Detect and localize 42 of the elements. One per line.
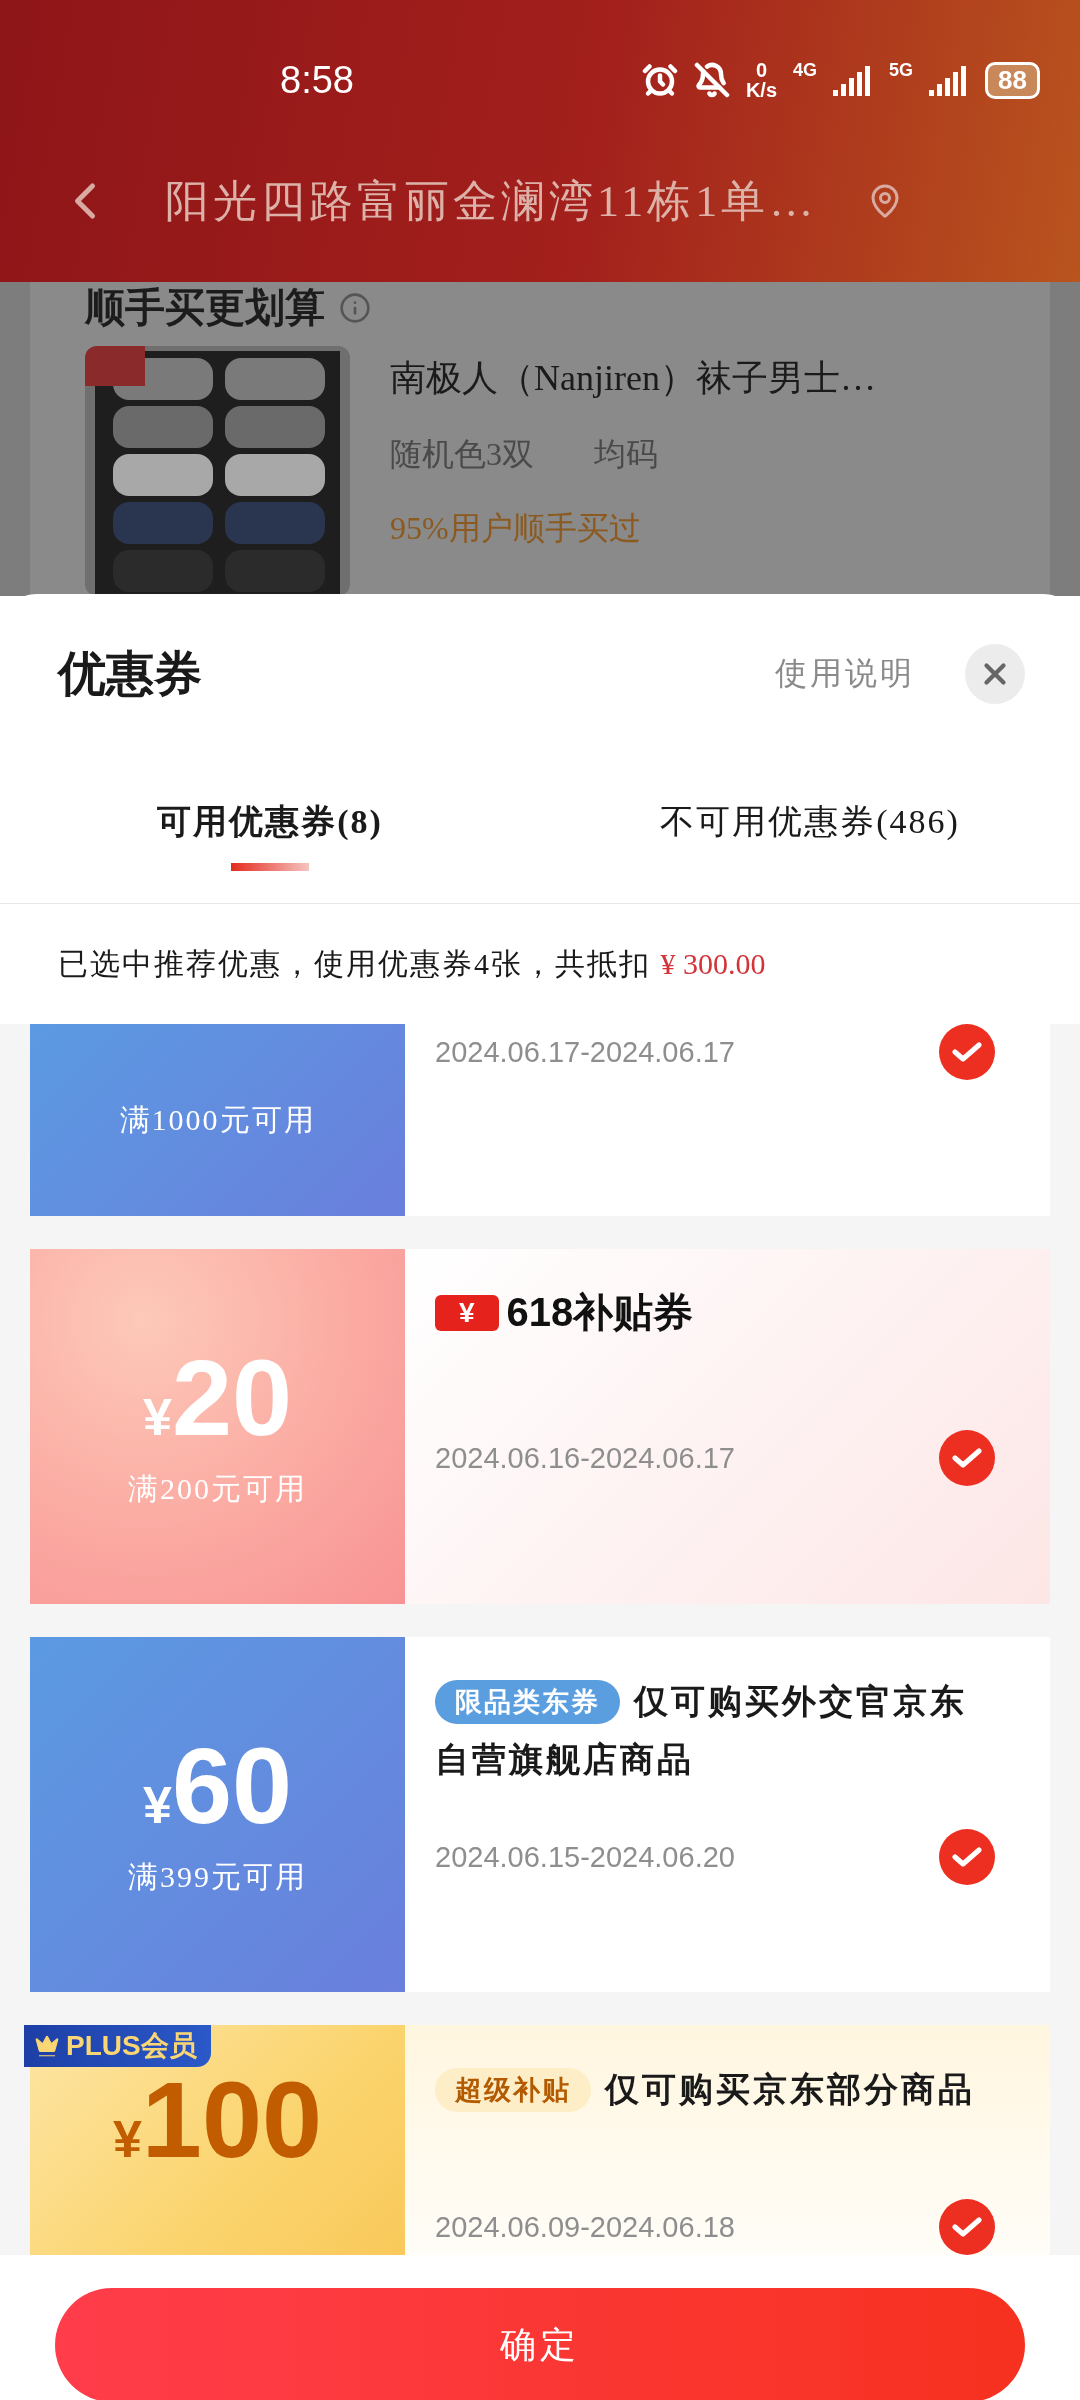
coupon-amount: ¥60	[142, 1731, 293, 1841]
coupon-amount: ¥20	[142, 1343, 293, 1453]
member-badge: PLUS会员	[24, 2025, 211, 2067]
coupon-date: 2024.06.15-2024.06.20	[435, 1840, 735, 1874]
coupon-condition: 满200元可用	[128, 1471, 307, 1507]
info-icon[interactable]	[339, 292, 371, 324]
coupon-amount: ¥100	[112, 2065, 323, 2175]
check-icon[interactable]	[939, 1024, 995, 1080]
check-icon[interactable]	[939, 1430, 995, 1486]
coupon-date: 2024.06.09-2024.06.18	[435, 2210, 735, 2244]
alarm-icon	[641, 62, 678, 98]
coupon-title: 仅可购买京东部分商品	[605, 2070, 975, 2110]
confirm-button[interactable]: 确定	[55, 2288, 1025, 2400]
network-label: 4G	[793, 60, 818, 81]
coupon-date: 2024.06.17-2024.06.17	[435, 1035, 735, 1069]
coupon-tab[interactable]: 不可用优惠券(486)	[540, 754, 1080, 903]
coupon-tag: 限品类东券	[435, 1680, 620, 1724]
network-speed: 0 K/s	[745, 60, 778, 100]
coupon-tag: 超级补贴	[435, 2068, 591, 2112]
status-time: 8:58	[280, 58, 355, 102]
network-label: 5G	[889, 60, 914, 81]
usage-help-link[interactable]: 使用说明	[775, 652, 915, 696]
coupon-title: 仅可购买外交官京东	[634, 1682, 967, 1722]
purchase-note: 95%用户顺手买过	[390, 509, 642, 548]
coupon-condition: 满399元可用	[128, 1859, 307, 1895]
delivery-address[interactable]: 阳光四路富丽金澜湾11栋1单…	[165, 171, 818, 231]
coupon-tab[interactable]: 可用优惠券(8)	[0, 754, 540, 903]
section-title: 顺手买更划算	[85, 284, 325, 332]
bell-off-icon	[693, 62, 730, 98]
check-icon[interactable]	[939, 1829, 995, 1885]
ticket-badge: ¥	[435, 1294, 499, 1331]
coupon-title: 自营旗舰店商品	[435, 1740, 694, 1780]
check-icon[interactable]	[939, 2199, 995, 2255]
discount-summary: 已选中推荐优惠，使用优惠券4张，共抵扣 ¥ 300.00	[58, 945, 766, 982]
coupon-condition: 满1000元可用	[119, 1101, 316, 1138]
product-spec: 随机色3双	[390, 435, 534, 474]
coupon-date: 2024.06.16-2024.06.17	[435, 1441, 735, 1475]
battery-indicator: 88	[985, 61, 1040, 99]
sheet-title: 优惠券	[58, 646, 203, 702]
product-size: 均码	[594, 435, 658, 474]
coupon-title: 618补贴券	[506, 1289, 694, 1336]
product-title: 南极人（Nanjiren）袜子男士…	[390, 357, 876, 400]
